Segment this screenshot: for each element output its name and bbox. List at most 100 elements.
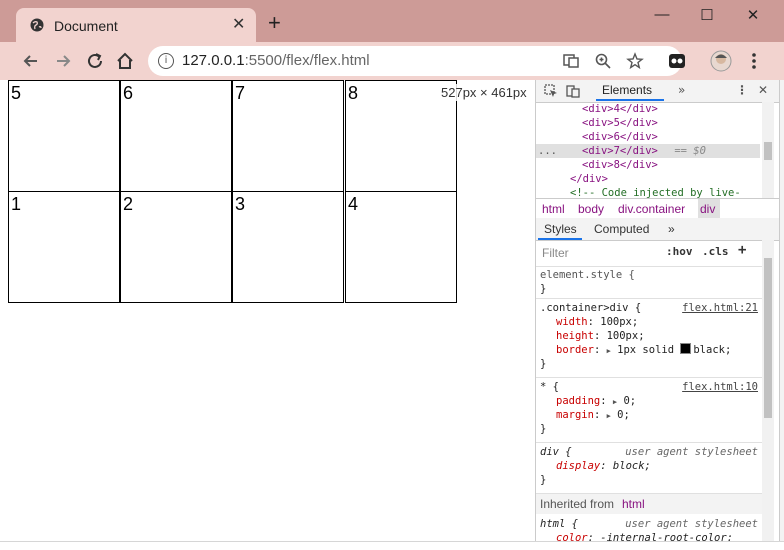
rule-close: }	[540, 474, 547, 486]
ellipsis-icon[interactable]: ...	[538, 144, 557, 158]
address-bar[interactable]: i 127.0.0.1:5500/flex/flex.html	[148, 46, 682, 76]
breadcrumb-item[interactable]: html	[542, 202, 565, 216]
url-text[interactable]: 127.0.0.1:5500/flex/flex.html	[182, 52, 370, 69]
rule-source-ua: user agent stylesheet	[625, 446, 758, 458]
flex-item: 1	[8, 191, 120, 303]
styles-filter-bar: Filter :hov .cls +	[536, 240, 762, 267]
styles-tabbar: Styles Computed »	[536, 218, 780, 241]
rule-selector[interactable]: .container>div {	[540, 301, 641, 315]
styles-scrollbar[interactable]	[762, 240, 774, 541]
dom-scroll-thumb[interactable]	[764, 142, 772, 160]
styles-scroll-thumb[interactable]	[764, 258, 772, 418]
inherited-tag-link[interactable]: html	[622, 497, 645, 511]
expand-triangle-icon: ▶	[612, 398, 618, 406]
flex-item: 2	[120, 191, 232, 303]
rule-selector[interactable]: element.style {	[540, 268, 635, 282]
prop-display: display: block;	[556, 460, 651, 472]
breadcrumb-item[interactable]: div	[700, 202, 715, 216]
tab-active-indicator	[596, 99, 664, 101]
prop-color: color: -internal-root-color;	[556, 532, 734, 541]
page-viewport: 5 6 7 8 1 2 3 4 527px × 461px	[8, 80, 535, 541]
viewport-size-overlay: 527px × 461px	[438, 84, 530, 101]
rule-source-link[interactable]: flex.html:21	[682, 301, 758, 315]
prop-margin[interactable]: margin: ▶ 0;	[556, 408, 630, 423]
maximize-button[interactable]: ☐	[695, 6, 719, 26]
menu-kebab-icon[interactable]	[743, 50, 765, 72]
title-bar: Document ✕ + — ☐ ✕	[0, 0, 784, 44]
devtools-panel: Elements » ⋮ ✕ ... <div>4</div> <div>5</…	[535, 80, 780, 541]
rule-source-ua: user agent stylesheet	[625, 518, 758, 530]
home-icon[interactable]	[114, 50, 136, 72]
close-window-button[interactable]: ✕	[741, 6, 765, 26]
dom-comment[interactable]: <!-- Code injected by live-	[570, 186, 741, 198]
cls-toggle[interactable]: .cls	[702, 245, 729, 258]
devtools-tabbar: Elements » ⋮ ✕	[536, 80, 780, 103]
flex-item: 3	[232, 191, 344, 303]
inspect-icon[interactable]	[544, 84, 558, 98]
styles-more-tabs[interactable]: »	[668, 222, 675, 236]
dom-node[interactable]: <div>6</div>	[582, 130, 658, 144]
rule-container-div: .container>div { flex.html:21 width: 100…	[536, 299, 762, 378]
flex-item: 4	[345, 191, 457, 303]
tab-computed[interactable]: Computed	[594, 222, 649, 236]
browser-tab[interactable]: Document ✕	[16, 8, 256, 44]
translate-icon[interactable]	[562, 52, 580, 70]
devtools-menu-icon[interactable]: ⋮	[736, 83, 748, 97]
inherited-header: Inherited from html	[536, 494, 762, 514]
color-swatch-icon[interactable]	[680, 343, 692, 354]
dom-node[interactable]: <div>8</div>	[582, 158, 658, 172]
info-icon[interactable]: i	[158, 53, 174, 69]
tab-styles[interactable]: Styles	[544, 222, 577, 236]
rule-selector[interactable]: * {	[540, 380, 559, 394]
rule-close: }	[540, 423, 547, 435]
hov-toggle[interactable]: :hov	[666, 245, 693, 258]
rule-element-style: element.style { }	[536, 266, 762, 299]
rule-universal: * { flex.html:10 padding: ▶ 0; margin: ▶…	[536, 378, 762, 443]
tab-elements[interactable]: Elements	[602, 83, 652, 97]
flex-item: 5	[8, 80, 120, 192]
tab-title: Document	[54, 18, 118, 34]
rule-div-user-agent: div { user agent stylesheet display: blo…	[536, 443, 762, 494]
add-rule-button[interactable]: +	[738, 242, 746, 258]
globe-icon	[30, 18, 44, 32]
bookmark-star-icon[interactable]	[626, 52, 644, 70]
rule-close: }	[540, 358, 547, 370]
zoom-icon[interactable]	[594, 52, 612, 70]
browser-toolbar: i 127.0.0.1:5500/flex/flex.html	[0, 42, 784, 81]
rule-selector: html {	[540, 518, 578, 530]
dom-tree: ... <div>4</div> <div>5</div> <div>6</di…	[536, 102, 780, 198]
dom-selected-marker: == $0	[668, 145, 706, 157]
styles-rules: element.style { } .container>div { flex.…	[536, 266, 762, 541]
flex-item: 6	[120, 80, 232, 192]
window-right-edge	[779, 80, 784, 541]
dom-node[interactable]: <div>5</div>	[582, 116, 658, 130]
forward-icon[interactable]	[52, 50, 74, 72]
prop-padding[interactable]: padding: ▶ 0;	[556, 394, 636, 409]
rule-source-link[interactable]: flex.html:10	[682, 380, 758, 394]
rule-close: }	[540, 283, 547, 295]
tab-close-icon[interactable]: ✕	[232, 14, 245, 34]
prop-height[interactable]: height: 100px;	[556, 329, 645, 343]
new-tab-button[interactable]: +	[268, 12, 281, 34]
minimize-button[interactable]: —	[650, 6, 674, 26]
back-icon[interactable]	[20, 50, 42, 72]
styles-filter-input[interactable]: Filter	[542, 246, 569, 260]
prop-border[interactable]: border: ▶ 1px solid black;	[556, 343, 731, 358]
device-toggle-icon[interactable]	[566, 84, 580, 98]
dom-node-selected[interactable]: <div>7</div>	[582, 144, 658, 158]
more-tabs-button[interactable]: »	[678, 83, 685, 97]
breadcrumb: html body div.container div	[536, 198, 780, 220]
prop-width[interactable]: width: 100px;	[556, 315, 638, 329]
dom-node[interactable]: </div>	[570, 172, 608, 186]
breadcrumb-item[interactable]: div.container	[618, 202, 685, 216]
breadcrumb-item[interactable]: body	[578, 202, 604, 216]
profile-avatar[interactable]	[710, 50, 732, 72]
dom-scrollbar[interactable]	[762, 102, 774, 198]
expand-triangle-icon: ▶	[606, 347, 611, 355]
rule-html-user-agent: html { user agent stylesheet color: -int…	[536, 515, 762, 541]
rule-selector: div {	[540, 446, 572, 458]
dom-node[interactable]: <div>4</div>	[582, 102, 658, 116]
devtools-close-icon[interactable]: ✕	[758, 83, 768, 97]
extension-icon[interactable]	[666, 50, 688, 72]
reload-icon[interactable]	[84, 50, 106, 72]
